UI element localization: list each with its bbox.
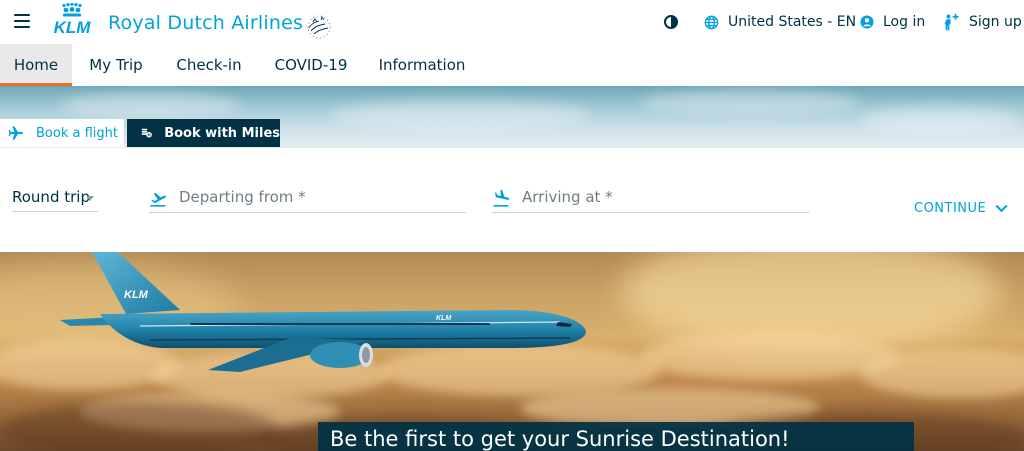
promo-banner[interactable]: Be the first to get your Sunrise Destina… xyxy=(318,422,914,451)
brand-name: Royal Dutch Airlines xyxy=(108,12,304,34)
book-a-flight-label: Book a flight xyxy=(36,125,118,141)
tab-information[interactable]: Information xyxy=(376,44,468,86)
caret-down-icon xyxy=(86,196,94,201)
user-circle-icon xyxy=(860,15,874,29)
arriving-placeholder: Arriving at * xyxy=(522,188,613,206)
contrast-toggle-button[interactable] xyxy=(664,12,678,32)
klm-aircraft-image: KLM KLM xyxy=(60,252,586,372)
departing-from-field[interactable]: Departing from * xyxy=(149,188,466,213)
booking-form: Round trip Departing from * Arriving at … xyxy=(0,148,1024,252)
contrast-icon xyxy=(664,15,678,29)
arriving-at-field[interactable]: Arriving at * xyxy=(492,188,809,213)
departing-placeholder: Departing from * xyxy=(179,188,306,206)
signup-link[interactable]: Sign up xyxy=(942,12,1022,32)
klm-logo-text: KLM xyxy=(54,18,92,37)
continue-button[interactable]: CONTINUE xyxy=(914,199,1008,217)
chevron-down-icon xyxy=(995,204,1008,212)
airplane-icon xyxy=(8,126,23,140)
signup-label: Sign up xyxy=(969,14,1022,30)
tail-logo-text: KLM xyxy=(124,289,149,301)
tab-home[interactable]: Home xyxy=(0,44,72,86)
language-selector[interactable]: United States - EN xyxy=(704,12,856,32)
book-with-miles-tab[interactable]: M Book with Miles xyxy=(127,119,280,147)
continue-label: CONTINUE xyxy=(914,200,987,216)
royal-seal-icon xyxy=(307,15,331,39)
svg-text:M: M xyxy=(148,133,151,137)
trip-type-value: Round trip xyxy=(12,188,90,206)
tab-covid-19[interactable]: COVID-19 xyxy=(268,44,354,86)
top-header: KLM Royal Dutch Airlines United States -… xyxy=(0,0,1024,44)
tab-my-trip[interactable]: My Trip xyxy=(82,44,150,86)
fuselage-logo-text: KLM xyxy=(436,315,451,322)
main-nav: Home My Trip Check-in COVID-19 Informati… xyxy=(0,44,1024,86)
klm-logo[interactable]: KLM xyxy=(44,3,100,37)
person-plus-icon xyxy=(944,13,959,31)
book-with-miles-label: Book with Miles xyxy=(164,125,280,141)
hamburger-menu-icon[interactable] xyxy=(14,14,30,28)
promo-headline: Be the first to get your Sunrise Destina… xyxy=(330,427,790,451)
trip-type-select[interactable]: Round trip xyxy=(12,188,98,212)
login-label: Log in xyxy=(883,14,926,30)
miles-coins-icon: M xyxy=(141,128,152,138)
takeoff-icon xyxy=(150,192,166,207)
globe-icon xyxy=(704,15,719,29)
landing-icon xyxy=(493,189,510,207)
login-link[interactable]: Log in xyxy=(860,12,925,32)
tab-check-in[interactable]: Check-in xyxy=(172,44,246,86)
language-label: United States - EN xyxy=(728,14,857,30)
book-a-flight-tab[interactable]: Book a flight xyxy=(0,119,124,147)
